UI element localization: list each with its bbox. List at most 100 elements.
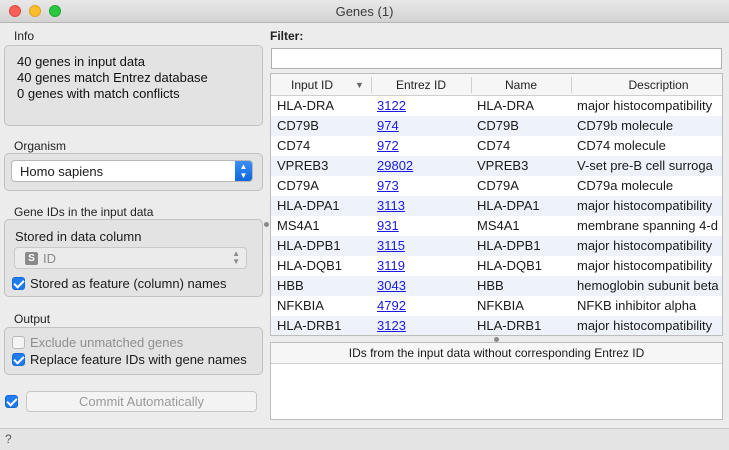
description-cell: major histocompatibility xyxy=(577,318,713,333)
replace-ids-checkbox[interactable] xyxy=(12,353,25,366)
organism-select[interactable]: Homo sapiens ▲ ▼ xyxy=(11,160,253,182)
gene-name-cell: CD79B xyxy=(477,118,519,133)
table-row[interactable]: CD79A 973 CD79A CD79a molecule xyxy=(271,176,722,196)
description-cell: CD74 molecule xyxy=(577,138,666,153)
gene-name-cell: NFKBIA xyxy=(477,298,524,313)
string-type-icon: S xyxy=(25,252,38,265)
commit-button[interactable]: Commit Automatically xyxy=(26,391,257,412)
chevron-updown-icon: ▲ ▼ xyxy=(235,161,252,181)
gene-name-cell: CD74 xyxy=(477,138,511,153)
description-cell: membrane spanning 4-d xyxy=(577,218,718,233)
gene-ids-label: Gene IDs in the input data xyxy=(14,205,154,219)
input-id-cell: CD79A xyxy=(277,178,319,193)
splitter-handle[interactable] xyxy=(264,222,269,227)
stored-as-feature-checkbox[interactable] xyxy=(12,277,25,290)
description-cell: major histocompatibility xyxy=(577,198,713,213)
unmatched-ids-panel: IDs from the input data without correspo… xyxy=(270,342,723,420)
exclude-unmatched-label[interactable]: Exclude unmatched genes xyxy=(30,335,183,350)
auto-commit-checkbox[interactable] xyxy=(5,395,18,408)
help-icon[interactable]: ? xyxy=(5,432,12,446)
entrez-id-link[interactable]: 974 xyxy=(377,118,399,133)
table-header: Input ID ▼ Entrez ID Name Description xyxy=(271,74,722,96)
description-cell: CD79a molecule xyxy=(577,178,674,193)
filter-input[interactable] xyxy=(271,48,722,69)
col-header-description[interactable]: Description xyxy=(571,78,722,92)
entrez-id-link[interactable]: 3043 xyxy=(377,278,406,293)
description-cell: major histocompatibility xyxy=(577,238,713,253)
input-id-cell: HLA-DQB1 xyxy=(277,258,343,273)
input-id-cell: HLA-DRA xyxy=(277,98,335,113)
table-row[interactable]: HLA-DPB1 3115 HLA-DPB1 major histocompatibi… xyxy=(271,236,722,256)
chevron-updown-icon: ▲ ▼ xyxy=(232,249,240,266)
description-cell: CD79b molecule xyxy=(577,118,674,133)
entrez-id-link[interactable]: 3123 xyxy=(377,318,406,333)
col-header-input-id[interactable]: Input ID xyxy=(271,78,353,92)
entrez-id-link[interactable]: 973 xyxy=(377,178,399,193)
info-line: 40 genes in input data xyxy=(17,54,145,69)
input-id-cell: HLA-DRB1 xyxy=(277,318,342,333)
info-line: 40 genes match Entrez database xyxy=(17,70,208,85)
gene-name-cell: HLA-DRB1 xyxy=(477,318,542,333)
input-id-cell: NFKBIA xyxy=(277,298,324,313)
gene-name-cell: CD79A xyxy=(477,178,519,193)
input-id-cell: MS4A1 xyxy=(277,218,320,233)
gene-name-cell: HLA-DPA1 xyxy=(477,198,540,213)
table-row[interactable]: HLA-DQB1 3119 HLA-DQB1 major histocompatibi… xyxy=(271,256,722,276)
gene-name-cell: HLA-DPB1 xyxy=(477,238,541,253)
gene-name-cell: HLA-DRA xyxy=(477,98,535,113)
entrez-id-link[interactable]: 29802 xyxy=(377,158,413,173)
table-row[interactable]: CD79B 974 CD79B CD79b molecule xyxy=(271,116,722,136)
id-column-value: ID xyxy=(43,251,56,266)
description-cell: V-set pre-B cell surroga xyxy=(577,158,713,173)
input-id-cell: HBB xyxy=(277,278,304,293)
description-cell: NFKB inhibitor alpha xyxy=(577,298,697,313)
table-row[interactable]: CD74 972 CD74 CD74 molecule xyxy=(271,136,722,156)
entrez-id-link[interactable]: 3122 xyxy=(377,98,406,113)
exclude-unmatched-checkbox[interactable] xyxy=(12,336,25,349)
info-line: 0 genes with match conflicts xyxy=(17,86,180,101)
input-id-cell: CD74 xyxy=(277,138,311,153)
col-header-name[interactable]: Name xyxy=(471,78,571,92)
id-column-select[interactable]: S ID ▲ ▼ xyxy=(14,247,247,269)
description-cell: hemoglobin subunit beta xyxy=(577,278,719,293)
entrez-id-link[interactable]: 3119 xyxy=(377,258,405,273)
col-header-entrez-id[interactable]: Entrez ID xyxy=(371,78,471,92)
table-row[interactable]: HBB 3043 HBB hemoglobin subunit beta xyxy=(271,276,722,296)
input-id-cell: CD79B xyxy=(277,118,319,133)
input-id-cell: HLA-DPA1 xyxy=(277,198,340,213)
stored-as-feature-label[interactable]: Stored as feature (column) names xyxy=(30,276,227,291)
stored-in-column-label: Stored in data column xyxy=(15,229,142,244)
sort-descending-icon: ▼ xyxy=(355,80,364,90)
description-cell: major histocompatibility xyxy=(577,258,713,273)
replace-ids-label[interactable]: Replace feature IDs with gene names xyxy=(30,352,247,367)
gene-name-cell: HLA-DQB1 xyxy=(477,258,543,273)
gene-name-cell: MS4A1 xyxy=(477,218,520,233)
output-label: Output xyxy=(14,312,51,326)
table-row[interactable]: VPREB3 29802 VPREB3 V-set pre-B cell surrog… xyxy=(271,156,722,176)
genes-table: Input ID ▼ Entrez ID Name Description HL… xyxy=(270,73,723,336)
input-id-cell: HLA-DPB1 xyxy=(277,238,341,253)
info-box: 40 genes in input data 40 genes match En… xyxy=(4,45,263,126)
status-bar: ? xyxy=(0,428,729,450)
gene-name-cell: VPREB3 xyxy=(477,158,529,173)
table-row[interactable]: HLA-DRA 3122 HLA-DRA major histocompatibili… xyxy=(271,96,722,116)
table-row[interactable]: HLA-DRB1 3123 HLA-DRB1 major histocompatibi… xyxy=(271,316,722,335)
entrez-id-link[interactable]: 3113 xyxy=(377,198,405,213)
title-bar: Genes (1) xyxy=(0,0,729,23)
gene-name-cell: HBB xyxy=(477,278,504,293)
info-label: Info xyxy=(14,29,35,43)
unmatched-ids-header: IDs from the input data without correspo… xyxy=(271,343,722,364)
entrez-id-link[interactable]: 4792 xyxy=(377,298,406,313)
table-row[interactable]: NFKBIA 4792 NFKBIA NFKB inhibitor alpha xyxy=(271,296,722,316)
entrez-id-link[interactable]: 972 xyxy=(377,138,399,153)
entrez-id-link[interactable]: 3115 xyxy=(377,238,405,253)
organism-value: Homo sapiens xyxy=(20,164,104,179)
input-id-cell: VPREB3 xyxy=(277,158,329,173)
table-row[interactable]: MS4A1 931 MS4A1 membrane spanning 4-d xyxy=(271,216,722,236)
description-cell: major histocompatibility xyxy=(577,98,713,113)
table-row[interactable]: HLA-DPA1 3113 HLA-DPA1 major histocompatibi… xyxy=(271,196,722,216)
window-title: Genes (1) xyxy=(335,4,394,19)
entrez-id-link[interactable]: 931 xyxy=(377,218,399,233)
organism-label: Organism xyxy=(14,139,67,153)
filter-label: Filter: xyxy=(270,29,304,43)
